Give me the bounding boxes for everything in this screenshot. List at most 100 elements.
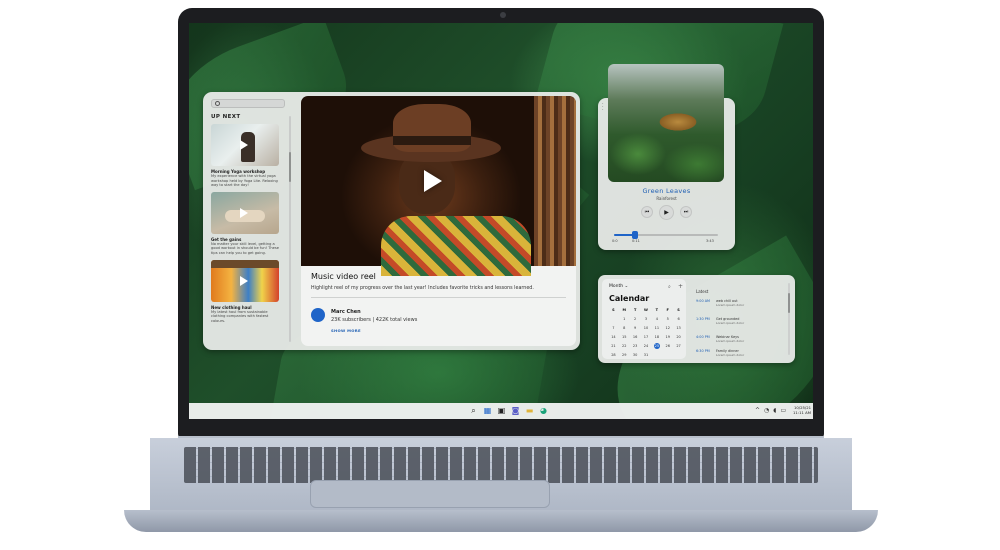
webcam <box>500 12 506 18</box>
calendar-day[interactable]: 18 <box>651 334 662 340</box>
track-title: Green Leaves <box>642 187 691 195</box>
calendar-day[interactable]: 29 <box>619 352 630 358</box>
calendar-day[interactable]: 14 <box>608 334 619 340</box>
playback-controls: ⏮ ▶ ⏭ <box>598 204 735 220</box>
edge-icon[interactable]: ◕ <box>539 406 548 415</box>
video-frame[interactable] <box>301 96 576 276</box>
agenda-item[interactable]: 6:30 PM Family dinner Lorem ipsum dolor <box>696 349 744 357</box>
video-thumbnail[interactable] <box>211 124 279 166</box>
calendar-day[interactable]: 13 <box>673 325 684 331</box>
track-artist: Rainforest <box>656 196 677 201</box>
agenda-item[interactable]: 4:00 PM Webinar Keys Lorem ipsum dolor <box>696 335 744 343</box>
sidebar-scrollbar[interactable] <box>289 116 291 342</box>
calendar-day[interactable]: 6 <box>673 316 684 322</box>
avatar[interactable] <box>311 308 325 322</box>
up-next-card[interactable]: Morning Yoga workshop My experience with… <box>211 124 281 188</box>
calendar-day[interactable]: 1 <box>619 316 630 322</box>
up-next-heading: UP NEXT <box>211 114 241 120</box>
weekday-label: T <box>633 308 637 312</box>
sidebar-scrollbar-thumb[interactable] <box>289 152 291 182</box>
calendar-day[interactable]: 27 <box>673 343 684 349</box>
calendar-day[interactable]: 31 <box>641 352 652 358</box>
weekday-label: F <box>666 308 669 312</box>
previous-track-button[interactable]: ⏮ <box>641 206 653 218</box>
agenda-scrollbar-thumb[interactable] <box>788 293 790 313</box>
calendar-day[interactable]: 11 <box>651 325 662 331</box>
search-icon[interactable]: ⌕ <box>668 284 671 290</box>
chat-icon[interactable]: ◙ <box>511 406 520 415</box>
time-start: 0:0 <box>612 239 618 243</box>
up-next-description: My latest haul from sustainable clothing… <box>211 309 269 323</box>
up-next-card[interactable]: New clothing haul My latest haul from su… <box>211 259 281 324</box>
calendar-day[interactable]: 12 <box>662 325 673 331</box>
agenda-heading: Latest <box>696 289 709 294</box>
calendar-widget: Month ⌄ ⌕ + Calendar S M T W T F S 1 2 3 4 5 6 7 8 9 10 1… <box>598 275 795 363</box>
clock[interactable]: 10/25/21 11:11 AM <box>793 405 811 415</box>
calendar-day[interactable]: 2 <box>630 316 641 322</box>
video-app-window: UP NEXT Morning Yoga workshop My experie… <box>203 92 580 350</box>
calendar-day[interactable]: 19 <box>662 334 673 340</box>
search-input[interactable] <box>211 99 285 108</box>
music-widget: · · · Green Leaves Rainforest ⏮ ▶ ⏭ 0:0 0:… <box>598 64 735 250</box>
calendar-day[interactable]: 28 <box>608 352 619 358</box>
battery-icon[interactable]: ▭ <box>780 407 786 414</box>
calendar-day[interactable]: 22 <box>619 343 630 349</box>
progress-handle[interactable] <box>631 231 638 239</box>
agenda-time: 4:00 PM <box>696 335 710 339</box>
calendar-day <box>651 352 662 358</box>
calendar-day[interactable]: 17 <box>641 334 652 340</box>
weekday-label: S <box>612 308 615 312</box>
play-button[interactable]: ▶ <box>659 204 674 220</box>
file-explorer-icon[interactable]: ▬ <box>525 406 534 415</box>
windows-icon[interactable] <box>455 406 464 415</box>
calendar-day[interactable]: 4 <box>651 316 662 322</box>
calendar-day[interactable]: 24 <box>641 343 652 349</box>
calendar-day[interactable]: 23 <box>630 343 641 349</box>
agenda-time: 6:30 PM <box>696 349 710 353</box>
calendar-day[interactable]: 7 <box>608 325 619 331</box>
touchpad <box>310 480 550 508</box>
widget-menu-icon[interactable]: · · · <box>602 102 604 113</box>
calendar-day[interactable]: 8 <box>619 325 630 331</box>
agenda-subtitle: Lorem ipsum dolor <box>716 339 745 343</box>
show-more-button[interactable]: SHOW MORE <box>331 328 361 333</box>
agenda-time: 9:00 AM <box>696 299 710 303</box>
widgets-icon[interactable]: ▦ <box>483 406 492 415</box>
video-thumbnail[interactable] <box>211 191 279 234</box>
calendar-day-today[interactable]: 25 <box>653 343 660 349</box>
weekday-label: M <box>622 308 627 312</box>
calendar-day[interactable]: 15 <box>619 334 630 340</box>
next-track-button[interactable]: ⏭ <box>680 206 692 218</box>
calendar-day[interactable]: 16 <box>630 334 641 340</box>
calendar-day[interactable]: 5 <box>662 316 673 322</box>
agenda-item[interactable]: 1:30 PM Get grounded Lorem ipsum dolor <box>696 317 744 325</box>
taskbar-apps: ⌕ ▦ ▣ ◙ ▬ ◕ <box>455 406 548 415</box>
weekday-label: W <box>644 308 648 312</box>
laptop-base-edge <box>124 510 878 532</box>
calendar-day[interactable]: 26 <box>662 343 673 349</box>
view-select[interactable]: Month ⌄ <box>609 284 628 289</box>
tray-chevron-icon[interactable]: ^ <box>755 407 760 414</box>
calendar-day[interactable]: 30 <box>630 352 641 358</box>
weekday-label: T <box>655 308 659 312</box>
calendar-day[interactable]: 10 <box>641 325 652 331</box>
video-subject-shirt <box>381 216 531 276</box>
play-icon[interactable] <box>424 170 442 192</box>
agenda-item[interactable]: 9:00 AM web chill out Lorem ipsum dolor <box>696 299 744 307</box>
task-view-icon[interactable]: ▣ <box>497 406 506 415</box>
calendar-day[interactable]: 9 <box>630 325 641 331</box>
video-title: Music video reel <box>311 272 376 281</box>
volume-icon[interactable]: ◖ <box>773 407 776 414</box>
taskbar: ⌕ ▦ ▣ ◙ ▬ ◕ ^ ◔ ◖ ▭ 10/25/21 11:11 AM <box>189 403 813 419</box>
channel-name[interactable]: Marc Chen <box>331 309 361 315</box>
calendar-day[interactable]: 21 <box>608 343 619 349</box>
search-icon[interactable]: ⌕ <box>469 406 478 415</box>
thumbnail-figure <box>211 259 279 268</box>
calendar-day[interactable]: 3 <box>641 316 652 322</box>
wifi-icon[interactable]: ◔ <box>764 407 769 414</box>
video-thumbnail[interactable] <box>211 259 279 302</box>
weekday-label: S <box>677 308 680 312</box>
add-event-icon[interactable]: + <box>678 283 683 290</box>
up-next-card[interactable]: Get the gains No matter your skill level… <box>211 191 281 256</box>
calendar-day[interactable]: 20 <box>673 334 684 340</box>
